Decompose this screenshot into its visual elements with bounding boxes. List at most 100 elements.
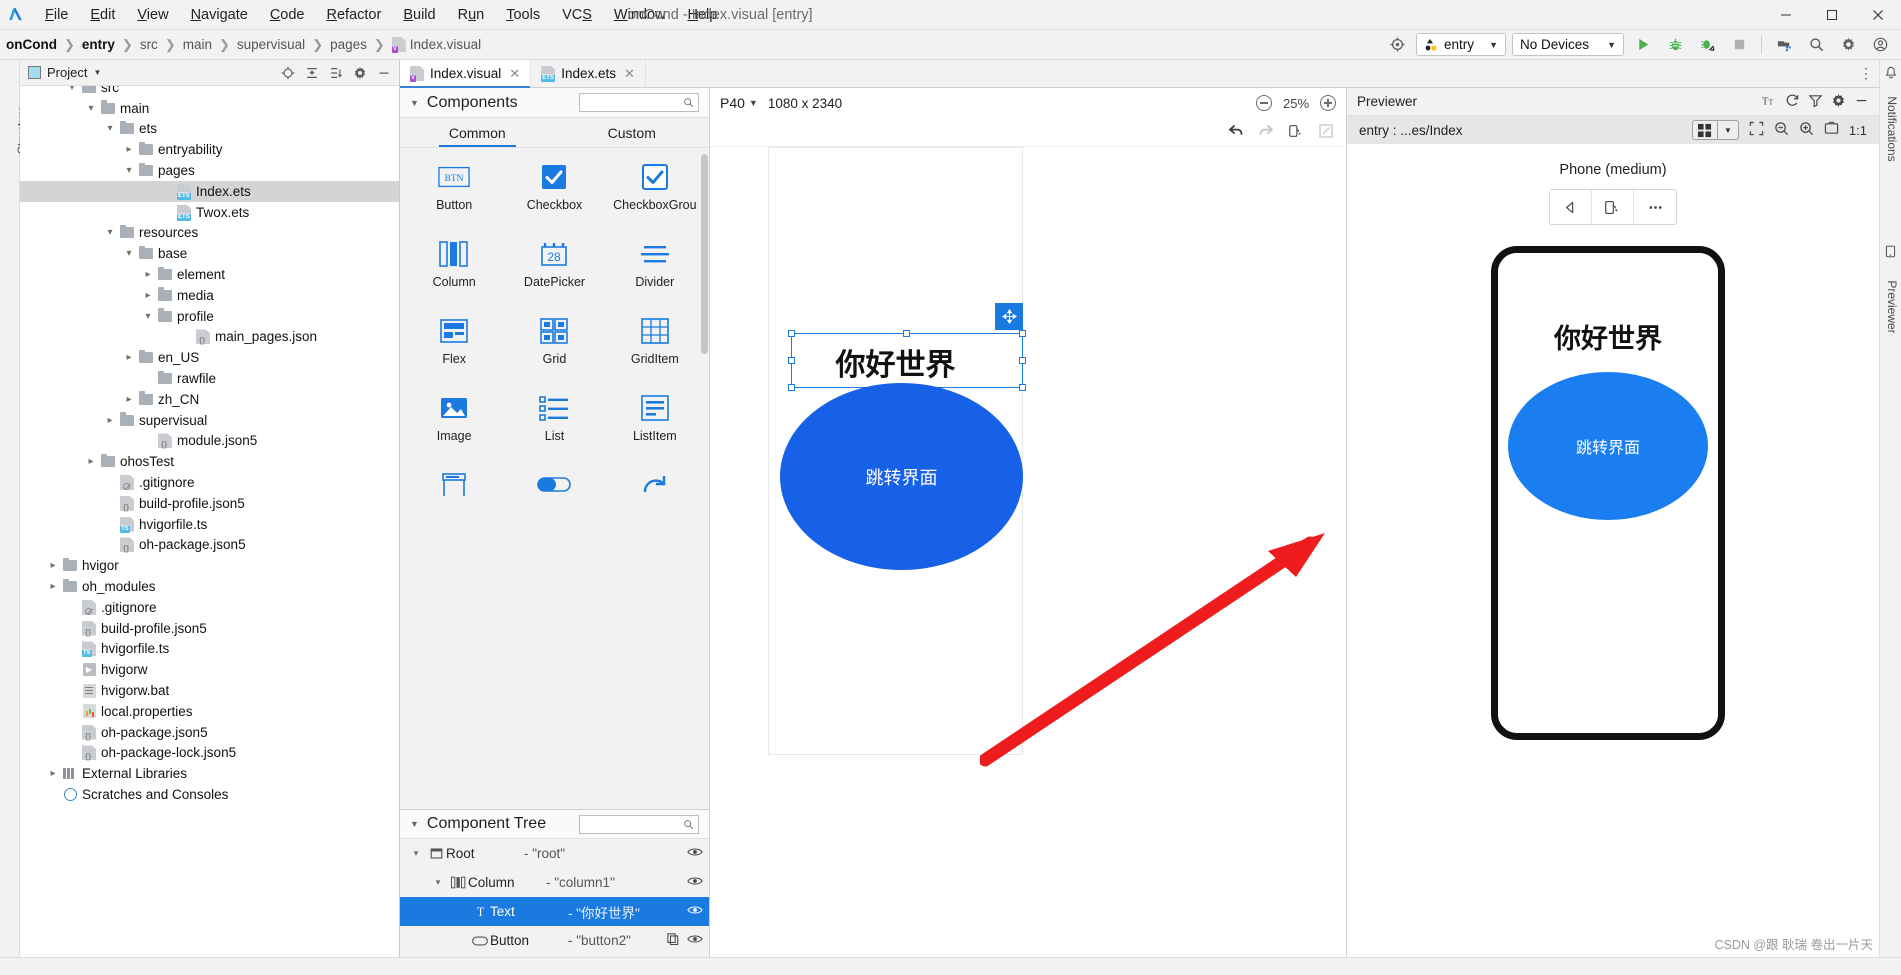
resize-handle-br[interactable] [1019,384,1026,391]
chevron-right-icon[interactable]: ▸ [121,352,137,363]
move-handle-icon[interactable] [995,303,1023,330]
breadcrumb-item-0[interactable]: onCond [2,35,61,54]
component-item[interactable]: Column [404,239,504,316]
component-tree-row[interactable]: Button - "button2" [400,926,709,955]
tree-row[interactable]: ▸ ohosTest [20,451,399,472]
menu-view[interactable]: View [126,3,179,27]
breadcrumb-item-6[interactable]: V Index.visual [388,35,485,54]
tree-twisty[interactable]: ▾ [406,848,426,859]
menu-edit[interactable]: Edit [79,3,126,27]
tree-row[interactable]: {} oh-package-lock.json5 [20,743,399,764]
font-size-icon[interactable]: TT [1762,93,1777,111]
tree-row[interactable]: ▾ profile [20,306,399,327]
components-search-input[interactable] [579,93,699,112]
chevron-down-icon[interactable]: ▼ [410,98,419,108]
component-item[interactable] [605,470,705,547]
locate-icon[interactable] [277,63,299,83]
tree-row[interactable]: rawfile [20,368,399,389]
breadcrumb[interactable]: onCond ❯ entry ❯ src ❯ main ❯ supervisua… [2,35,485,54]
target-icon[interactable] [1384,33,1410,57]
tree-row[interactable]: ▸ supervisual [20,410,399,431]
previewer-strip-label[interactable]: Previewer [1885,265,1899,349]
device-manager-icon[interactable] [1771,33,1797,57]
component-item[interactable]: BTN Button [404,162,504,239]
tree-row[interactable]: ▾ ets [20,119,399,140]
selection-box[interactable] [788,303,1026,391]
tree-row[interactable]: ▸ zh_CN [20,389,399,410]
component-item[interactable]: Checkbox [504,162,604,239]
tree-row[interactable]: {} main_pages.json [20,327,399,348]
component-item[interactable]: CheckboxGrou [605,162,705,239]
component-tree-search-input[interactable] [579,814,699,834]
tree-row[interactable]: ▾ pages [20,160,399,181]
tree-row[interactable]: ▶ hvigorw [20,659,399,680]
back-icon[interactable] [1550,190,1592,224]
tree-row[interactable]: {} oh-package.json5 [20,722,399,743]
visibility-icon[interactable] [687,933,703,948]
menu-code[interactable]: Code [259,3,316,27]
tree-row[interactable]: TS hvigorfile.ts [20,639,399,660]
minimize-button[interactable] [1763,0,1809,30]
tree-row[interactable]: ETS Twox.ets [20,202,399,223]
tree-row[interactable]: ▸ element [20,264,399,285]
tree-row[interactable]: .gitignore [20,597,399,618]
component-item[interactable] [504,470,604,547]
breadcrumb-item-2[interactable]: src [136,35,162,54]
menu-navigate[interactable]: Navigate [180,3,259,27]
notifications-icon[interactable] [1884,66,1898,83]
chevron-right-icon[interactable]: ▸ [45,581,61,592]
breadcrumb-item-3[interactable]: main [179,35,216,54]
resize-handle-tr[interactable] [1019,330,1026,337]
chevron-down-icon[interactable]: ▾ [121,165,137,176]
tree-row[interactable]: ETS Index.ets [20,180,399,202]
chevron-right-icon[interactable]: ▸ [121,394,137,405]
one-to-one-label[interactable]: 1:1 [1849,123,1867,138]
menu-bar[interactable]: File Edit View Navigate Code Refactor Bu… [34,3,728,27]
more-options-icon[interactable]: ⋮ [1853,60,1879,87]
chevron-down-icon[interactable]: ▼ [410,819,419,829]
chevron-right-icon[interactable]: ▸ [140,290,156,301]
menu-run[interactable]: Run [447,3,496,27]
breadcrumb-item-4[interactable]: supervisual [233,35,309,54]
tree-row[interactable]: ▾ src [20,86,399,98]
tree-row[interactable]: ▾ resources [20,223,399,244]
tree-row[interactable]: ▸ entryability [20,139,399,160]
components-scrollbar[interactable] [701,154,708,354]
settings-icon[interactable] [349,63,371,83]
preview-phone-frame[interactable]: 你好世界 跳转界面 [1491,246,1725,740]
settings-icon[interactable] [1831,93,1846,111]
chevron-down-icon[interactable]: ▼ [1718,126,1738,135]
tab-index-visual[interactable]: V Index.visual ✕ [400,60,532,88]
breadcrumb-item-5[interactable]: pages [326,35,371,54]
hide-panel-icon[interactable] [1854,93,1869,111]
component-item[interactable] [404,470,504,547]
run-icon[interactable] [1630,33,1656,57]
component-item[interactable]: Grid [504,316,604,393]
chevron-right-icon[interactable]: ▸ [45,768,61,779]
refresh-icon[interactable] [1785,93,1800,111]
component-tree-row[interactable]: ▾ Column - "column1" [400,868,709,897]
tree-row[interactable]: TS hvigorfile.ts [20,514,399,535]
collapse-all-icon[interactable] [301,63,323,83]
project-tree[interactable]: ▾ src ▾ main ▾ ets ▸ entryability ▾ pages ETS Index… [20,86,399,957]
component-item[interactable]: Flex [404,316,504,393]
zoom-out-icon[interactable] [1256,95,1272,111]
notifications-label[interactable]: Notifications [1885,87,1899,171]
canvas-button-component[interactable]: 跳转界面 [780,383,1023,570]
menu-vcs[interactable]: VCS [551,3,603,27]
layout-grid-selector[interactable]: ▼ [1691,120,1739,140]
device-selector[interactable]: No Devices ▼ [1512,33,1624,56]
search-icon[interactable] [1803,33,1829,57]
hide-panel-icon[interactable] [373,63,395,83]
tree-row[interactable]: ▾ main [20,98,399,119]
tree-row[interactable]: ▸ en_US [20,347,399,368]
zoom-in-icon[interactable] [1320,95,1336,111]
component-item[interactable]: ListItem [605,393,705,470]
tab-index-ets[interactable]: ETS Index.ets ✕ [531,60,646,87]
menu-refactor[interactable]: Refactor [316,3,393,27]
tree-row[interactable]: hvigorw.bat [20,680,399,701]
resize-handle-ml[interactable] [788,356,795,364]
tree-row[interactable]: Scratches and Consoles [20,784,399,805]
chevron-down-icon[interactable]: ▾ [102,227,118,238]
component-item[interactable]: GridItem [605,316,705,393]
